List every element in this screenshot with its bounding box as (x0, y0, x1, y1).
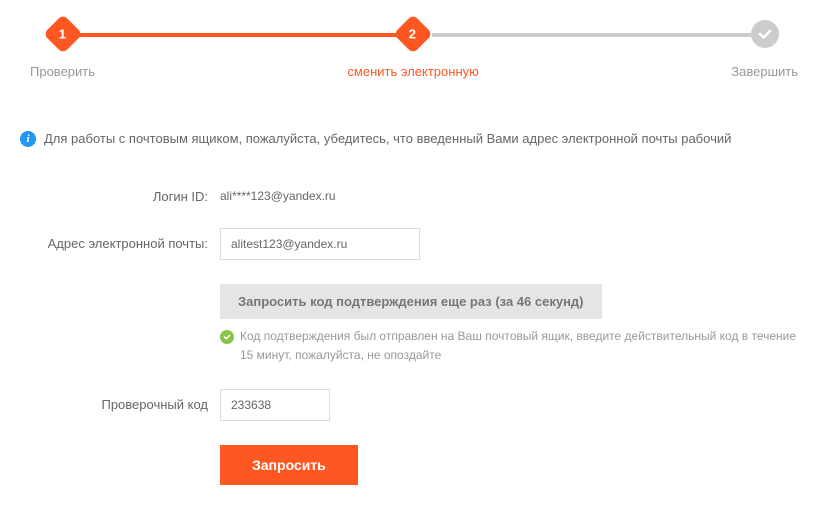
code-label: Проверочный код (20, 397, 220, 412)
step-badge-2: 2 (393, 14, 433, 54)
step-1: 1 Проверить (30, 20, 95, 79)
login-label: Логин ID: (20, 189, 220, 204)
info-message: i Для работы с почтовым ящиком, пожалуйс… (20, 129, 808, 149)
resend-button: Запросить код подтверждения еще раз (за … (220, 284, 602, 319)
login-value: ali****123@yandex.ru (220, 189, 336, 203)
step-label-1: Проверить (30, 64, 95, 79)
email-label: Адрес электронной почты: (20, 236, 220, 251)
checkmark-icon (757, 26, 773, 42)
step-done-icon (751, 20, 779, 48)
step-2: 2 сменить электронную (347, 20, 478, 79)
check-icon (220, 330, 234, 344)
resend-section: Запросить код подтверждения еще раз (за … (220, 284, 808, 365)
submit-button[interactable]: Запросить (220, 445, 358, 485)
submit-section: Запросить (220, 445, 808, 485)
info-text: Для работы с почтовым ящиком, пожалуйста… (44, 129, 731, 149)
step-number: 2 (410, 26, 417, 41)
info-icon: i (20, 131, 36, 147)
step-label-2: сменить электронную (347, 64, 478, 79)
sent-text: Код подтверждения был отправлен на Ваш п… (240, 327, 808, 365)
sent-message: Код подтверждения был отправлен на Ваш п… (220, 327, 808, 365)
email-field[interactable] (220, 228, 420, 260)
step-badge-1: 1 (43, 14, 83, 54)
login-row: Логин ID: ali****123@yandex.ru (20, 189, 808, 204)
step-number: 1 (59, 26, 66, 41)
code-row: Проверочный код (20, 389, 808, 421)
step-label-3: Завершить (731, 64, 798, 79)
step-line-inactive (432, 33, 756, 37)
steps-progress: 1 Проверить 2 сменить электронную Заверш… (20, 20, 808, 79)
step-3: Завершить (731, 20, 798, 79)
code-field[interactable] (220, 389, 330, 421)
email-row: Адрес электронной почты: (20, 228, 808, 260)
